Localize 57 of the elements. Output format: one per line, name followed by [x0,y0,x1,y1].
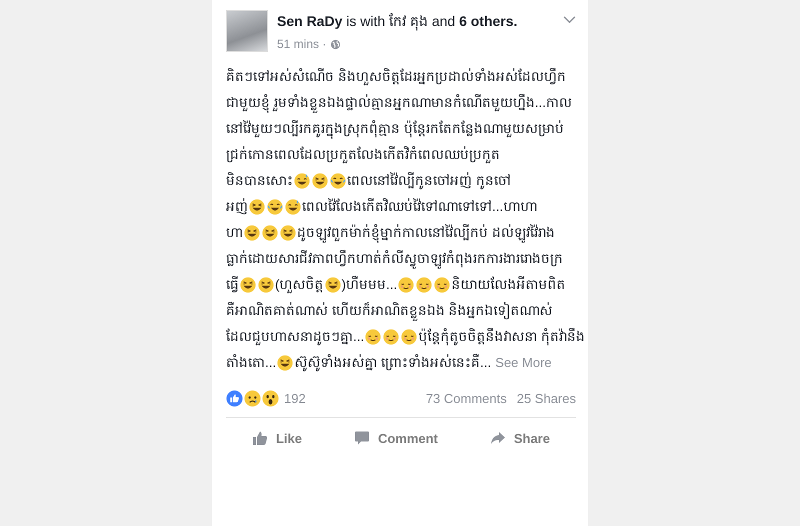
post-text: ប៉ុន្តែកុំតូចចិត្តនឹងវាសនា កុំតវ៉ានឹង [418,326,586,348]
post-text: ធ្វើ [226,275,239,294]
laughing-face-icon [240,277,256,293]
laughing-face-icon [258,277,274,293]
relieved-face-icon [365,329,382,345]
sad-reaction-icon[interactable] [244,390,261,407]
post-text: )ហឺមមម... [342,274,398,294]
share-arrow-icon [490,430,506,446]
smiling-face-sweat-icon [285,199,301,215]
laughing-face-icon [249,199,265,215]
globe-icon [330,38,342,50]
post-text: ស៊ូស៊ូទាំងអស់គ្នា ព្រោះទាំងអស់នេះគឺ... [294,352,492,374]
laughing-face-icon [277,355,294,371]
post-text: ដូចឡូវពួកម៉ាក់ខ្ញុំម្នាក់កាលនៅវ៉ៃល្បីកប់ ដល់ឡូវវ៉ៃរាង [297,220,555,246]
relieved-face-icon [398,277,414,293]
post-text: និយាយលែងអីតាមពិត [451,275,566,294]
crying-laughing-face-icon [330,173,346,189]
like-button[interactable]: Like [240,422,314,454]
post-time[interactable]: 51 mins · [277,37,326,51]
share-button[interactable]: Share [478,422,562,454]
comment-button[interactable]: Comment [342,422,450,454]
laughing-face-icon [262,225,278,241]
reaction-count[interactable]: 192 [284,391,306,406]
speech-bubble-icon [354,430,370,446]
post-text: ជាមួយខ្ញុំ រួមទាំងខ្លួនឯងផ្ទាល់គ្មានអ្នកណាមានកំណើតមួយហ្នឹង...កាល [226,90,572,116]
post-text: (ហួសចិត្ត [275,275,324,296]
post-text: ដែលជួបហាសនាដូចៗគ្នា... [226,328,364,348]
post-text: ធ្លាក់ដោយសារជីវភាពហ្វឹកហាត់កំលីស្វូចាឡូវកំពុងរកការងាររោងចក្រ [226,246,563,272]
wow-reaction-icon[interactable] [262,390,279,407]
post-author-line: Sen RaDy is with កែវ គុង and 6 others. [277,12,518,32]
relieved-face-icon [383,329,400,345]
relieved-face-icon [434,277,450,293]
relieved-face-icon [401,329,418,345]
relieved-face-icon [416,277,432,293]
post-text: គិតៗទៅអស់សំណើច និងហួសចិត្តដែរអ្នកប្រដាល់ទាំងអស់ដែលហ្វឹក [226,66,566,88]
laughing-face-icon [312,173,328,189]
laughing-face-icon [324,277,340,293]
chevron-down-icon[interactable] [563,16,576,24]
post-text: គឺអាណិតគាត់ណាស់ ហើយក៏អាណិតខ្លួនឯង និងអ្នកឯទៀតណាស់ [226,298,553,324]
shares-count[interactable]: 25 Shares [516,391,576,406]
post-text: អញ់ [226,197,248,216]
post-text: នៅវ៉ៃមួយៗល្បីរកគូរក្នុងស្រុកពុំគ្មាន ប៉ុន្តែរកតែកន្លែងណាមួយសម្រាប់ [226,116,564,142]
comments-count[interactable]: 73 Comments [426,391,507,406]
post-text: មិនបានសោះ [226,171,293,190]
like-reaction-icon[interactable] [226,390,243,407]
laughing-face-icon [280,225,296,241]
post-text: ហា [226,224,243,242]
laughing-face-icon [244,225,260,241]
thumbs-up-icon [252,430,268,446]
post-text: ពេលវ៉ៃលែងកើតវិឈប់វ៉ៃទៅណាទៅទៅ...ហាហា [302,197,538,216]
post-text: ជ្រក់កោនពេលដែលប្រកួតលែងកើតវិកំពេលឈប់ប្រកួត [226,145,500,166]
post-text: ពេលនៅវ៉ៃល្បីកូនចៅអញ់ កូនចៅ [347,171,511,192]
smiling-face-sweat-icon [294,173,310,189]
avatar-photo-placeholder[interactable] [226,10,268,52]
see-more-link[interactable]: See More [495,350,552,376]
crying-laughing-face-icon [267,199,283,215]
post-text: តាំងតោ... [226,353,276,372]
